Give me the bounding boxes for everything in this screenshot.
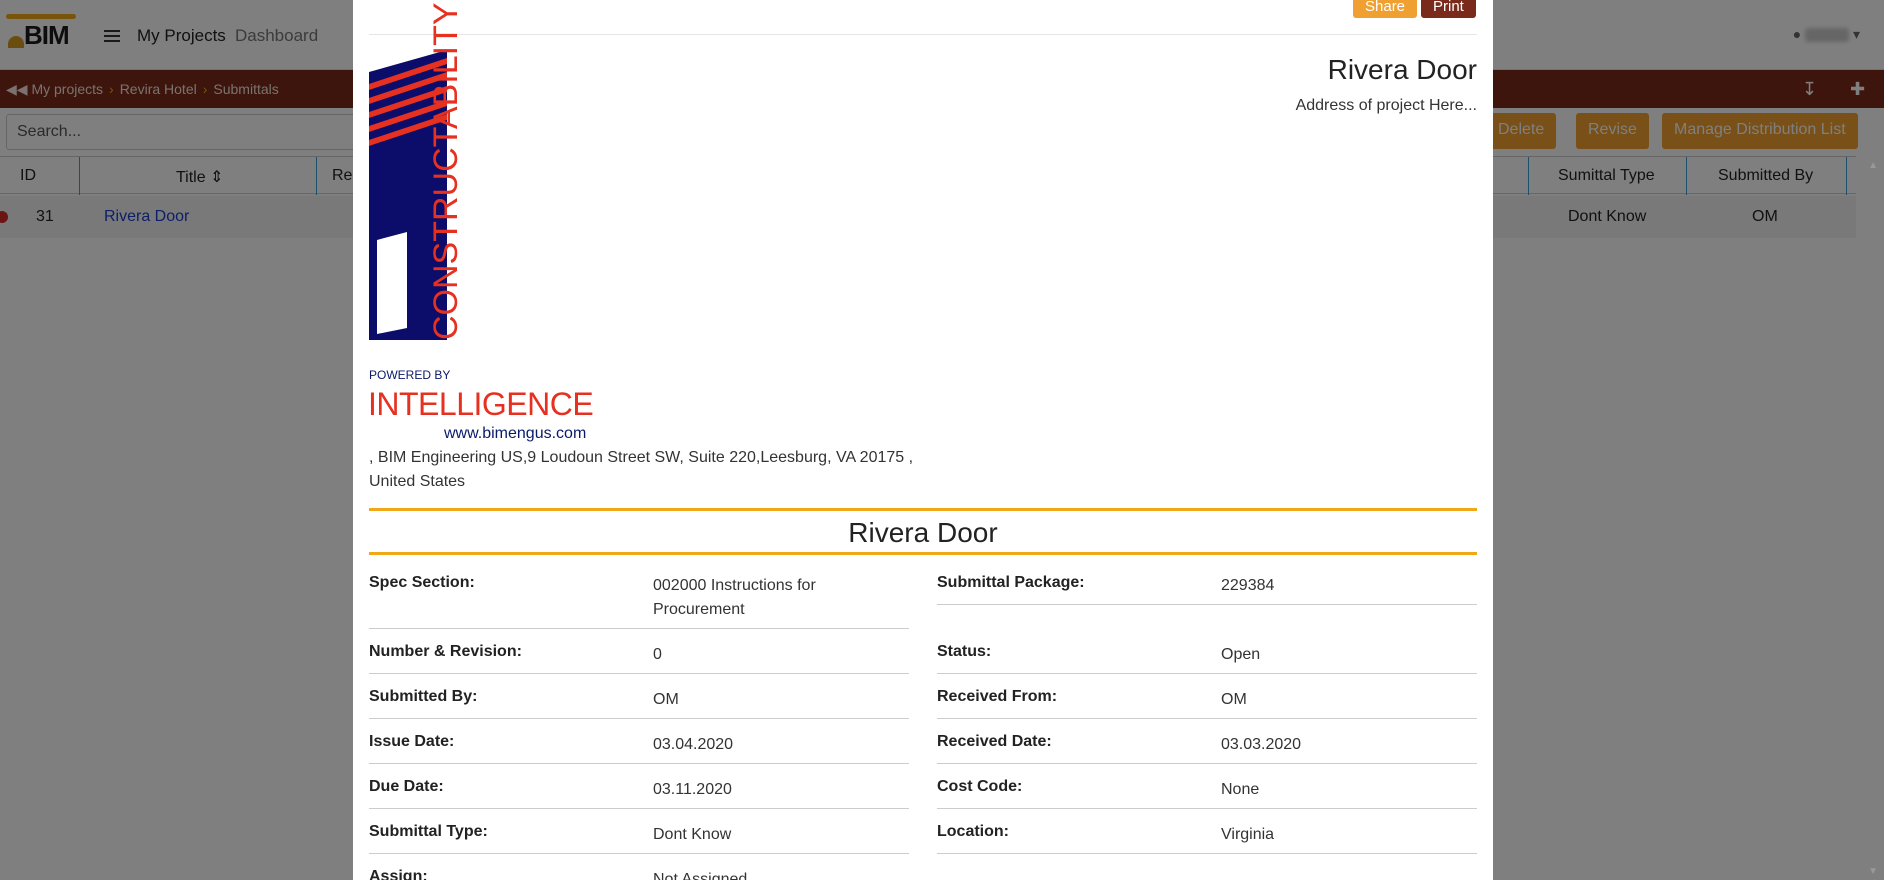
project-address: Address of project Here... (1295, 97, 1477, 114)
field-value: Open (1221, 646, 1261, 663)
field-label: Received Date: (937, 733, 1052, 750)
field-value: 03.11.2020 (653, 781, 732, 798)
constructability-wordmark: CONSTRUCTABILITY (427, 2, 467, 340)
share-button[interactable]: Share (1353, 0, 1418, 18)
field-label: Issue Date: (369, 733, 455, 750)
intelligence-wordmark: INTELLIGENCE (368, 386, 594, 422)
print-button[interactable]: Print (1421, 0, 1476, 18)
field-value: 229384 (1221, 577, 1275, 594)
submittal-print-modal: Share Print CONSTRUCTABILITY POWERED BY … (353, 0, 1493, 880)
field-value: Virginia (1221, 826, 1275, 843)
field-row: Submittal Type: Dont Know (369, 819, 909, 854)
scroll-up-icon[interactable]: ▲ (1868, 160, 1878, 171)
company-website[interactable]: www.bimengus.com (444, 425, 586, 443)
field-row: Due Date: 03.11.2020 (369, 774, 909, 809)
powered-by-text: POWERED BY (369, 368, 451, 382)
field-row: Submittal Package: 229384 (937, 570, 1477, 605)
field-row: Status: Open (937, 639, 1477, 674)
field-label: Spec Section: (369, 574, 475, 591)
field-row: Number & Revision: 0 (369, 639, 909, 674)
field-row: Location: Virginia (937, 819, 1477, 854)
left-details: Spec Section: 002000 Instructions for Pro… (369, 570, 909, 880)
field-value: OM (1221, 691, 1247, 708)
field-label: Submitted By: (369, 688, 478, 705)
field-value: OM (653, 691, 679, 708)
scroll-down-icon[interactable]: ▼ (1868, 866, 1878, 877)
field-row: Submitted By: OM (369, 684, 909, 719)
field-value: 002000 Instructions for Procurement (653, 577, 816, 618)
field-row: Received Date: 03.03.2020 (937, 729, 1477, 764)
field-label: Location: (937, 823, 1009, 840)
field-value: 03.04.2020 (653, 736, 734, 753)
project-title: Rivera Door (1327, 54, 1477, 85)
field-label: Number & Revision: (369, 643, 522, 660)
field-label: Submittal Package: (937, 574, 1085, 591)
field-value: 03.03.2020 (1221, 736, 1302, 753)
field-row: Assign: Not Assigned (369, 864, 909, 880)
field-label: Assign: (369, 868, 428, 880)
field-label: Due Date: (369, 778, 444, 795)
field-row: Spec Section: 002000 Instructions for Pro… (369, 570, 909, 629)
field-row: Received From: OM (937, 684, 1477, 719)
logo-word: CONSTRUCTABILITY (427, 2, 465, 340)
field-label: Cost Code: (937, 778, 1023, 795)
field-label: Submittal Type: (369, 823, 488, 840)
field-value: Not Assigned (653, 871, 748, 880)
field-value: Dont Know (653, 826, 732, 843)
field-value: 0 (653, 646, 662, 663)
company-address: , BIM Engineering US,9 Loudoun Street SW… (369, 449, 914, 490)
field-label: Received From: (937, 688, 1058, 705)
right-details: Submittal Package: 229384 Status: Open Rec… (937, 570, 1477, 854)
section-title: Rivera Door (369, 508, 1477, 555)
divider (369, 34, 1477, 35)
field-value: None (1221, 781, 1260, 798)
field-row: Cost Code: None (937, 774, 1477, 809)
field-label: Status: (937, 643, 992, 660)
field-row: Issue Date: 03.04.2020 (369, 729, 909, 764)
